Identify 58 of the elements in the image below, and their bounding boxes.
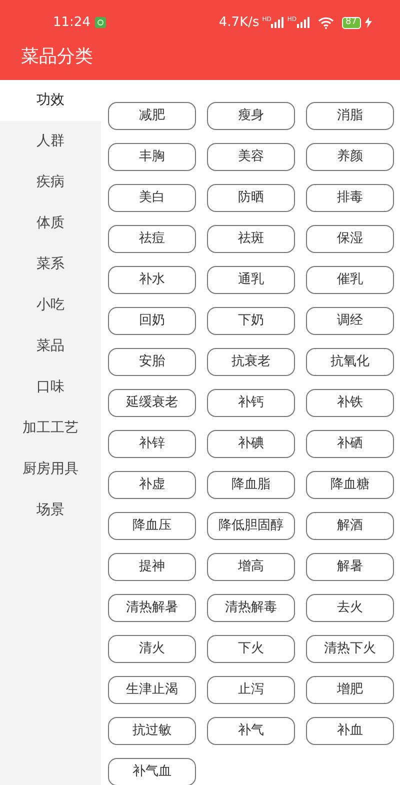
status-time: 11:24 <box>53 14 90 32</box>
tag-chip[interactable]: 降血压 <box>108 512 196 540</box>
tag-chip[interactable]: 增肥 <box>306 676 394 704</box>
tag-chip[interactable]: 清热下火 <box>306 635 394 663</box>
tag-chip[interactable]: 补锌 <box>108 430 196 458</box>
signal-icon <box>296 17 310 28</box>
tag-chip[interactable]: 美白 <box>108 184 196 212</box>
tag-chip[interactable]: 解暑 <box>306 553 394 581</box>
tag-chip[interactable]: 补虚 <box>108 471 196 499</box>
tag-chip[interactable]: 生津止渴 <box>108 676 196 704</box>
tag-chip[interactable]: 丰胸 <box>108 143 196 171</box>
tag-chip[interactable]: 补血 <box>306 717 394 745</box>
tag-chip[interactable]: 补气 <box>207 717 295 745</box>
tag-chip[interactable]: 去火 <box>306 594 394 622</box>
tag-chip[interactable]: 提神 <box>108 553 196 581</box>
tag-chip[interactable]: 补气血 <box>108 758 196 785</box>
tag-chip[interactable]: 消脂 <box>306 102 394 130</box>
tag-chip[interactable]: 催乳 <box>306 266 394 294</box>
tag-chip[interactable]: 祛斑 <box>207 225 295 253</box>
tag-chip[interactable]: 止泻 <box>207 676 295 704</box>
page-title: 菜品分类 <box>21 45 93 69</box>
signal-icon <box>271 17 284 28</box>
tag-chip[interactable]: 降血糖 <box>306 471 394 499</box>
tag-chip[interactable]: 清热解毒 <box>207 594 295 622</box>
tag-chip[interactable]: 下火 <box>207 635 295 663</box>
tag-chip[interactable]: 降低胆固醇 <box>207 512 295 540</box>
tag-chip[interactable]: 减肥 <box>108 102 196 130</box>
tag-chip[interactable]: 防晒 <box>207 184 295 212</box>
tag-chip[interactable]: 降血脂 <box>207 471 295 499</box>
tag-chip[interactable]: 增高 <box>207 553 295 581</box>
tag-chip[interactable]: 补铁 <box>306 389 394 417</box>
tag-chip[interactable]: 瘦身 <box>207 102 295 130</box>
tag-chip[interactable]: 排毒 <box>306 184 394 212</box>
network-speed: 4.7K/s <box>218 14 260 32</box>
tag-chip[interactable]: 祛痘 <box>108 225 196 253</box>
tag-chip[interactable]: 解酒 <box>306 512 394 540</box>
tag-chip[interactable]: 补水 <box>108 266 196 294</box>
charging-icon <box>365 17 372 28</box>
tag-chip[interactable]: 美容 <box>207 143 295 171</box>
tag-chip[interactable]: 保湿 <box>306 225 394 253</box>
tag-chip[interactable]: 下奶 <box>207 307 295 335</box>
sidebar-item[interactable]: 功效 <box>0 80 101 121</box>
tag-chip[interactable]: 抗衰老 <box>207 348 295 376</box>
wifi-icon <box>318 16 334 28</box>
app-notification-icon <box>95 17 106 28</box>
tag-chip[interactable]: 清火 <box>108 635 196 663</box>
tag-chip[interactable]: 补碘 <box>207 430 295 458</box>
tag-chip[interactable]: 回奶 <box>108 307 196 335</box>
tag-chip[interactable]: 抗过敏 <box>108 717 196 745</box>
tag-chip[interactable]: 调经 <box>306 307 394 335</box>
tag-chip[interactable]: 通乳 <box>207 266 295 294</box>
tag-chip[interactable]: 养颜 <box>306 143 394 171</box>
tag-chip[interactable]: 抗氧化 <box>306 348 394 376</box>
tag-chip[interactable]: 补硒 <box>306 430 394 458</box>
tag-chip[interactable]: 延缓衰老 <box>108 389 196 417</box>
tag-chip[interactable]: 清热解暑 <box>108 594 196 622</box>
tag-chip[interactable]: 补钙 <box>207 389 295 417</box>
tag-chip[interactable]: 安胎 <box>108 348 196 376</box>
